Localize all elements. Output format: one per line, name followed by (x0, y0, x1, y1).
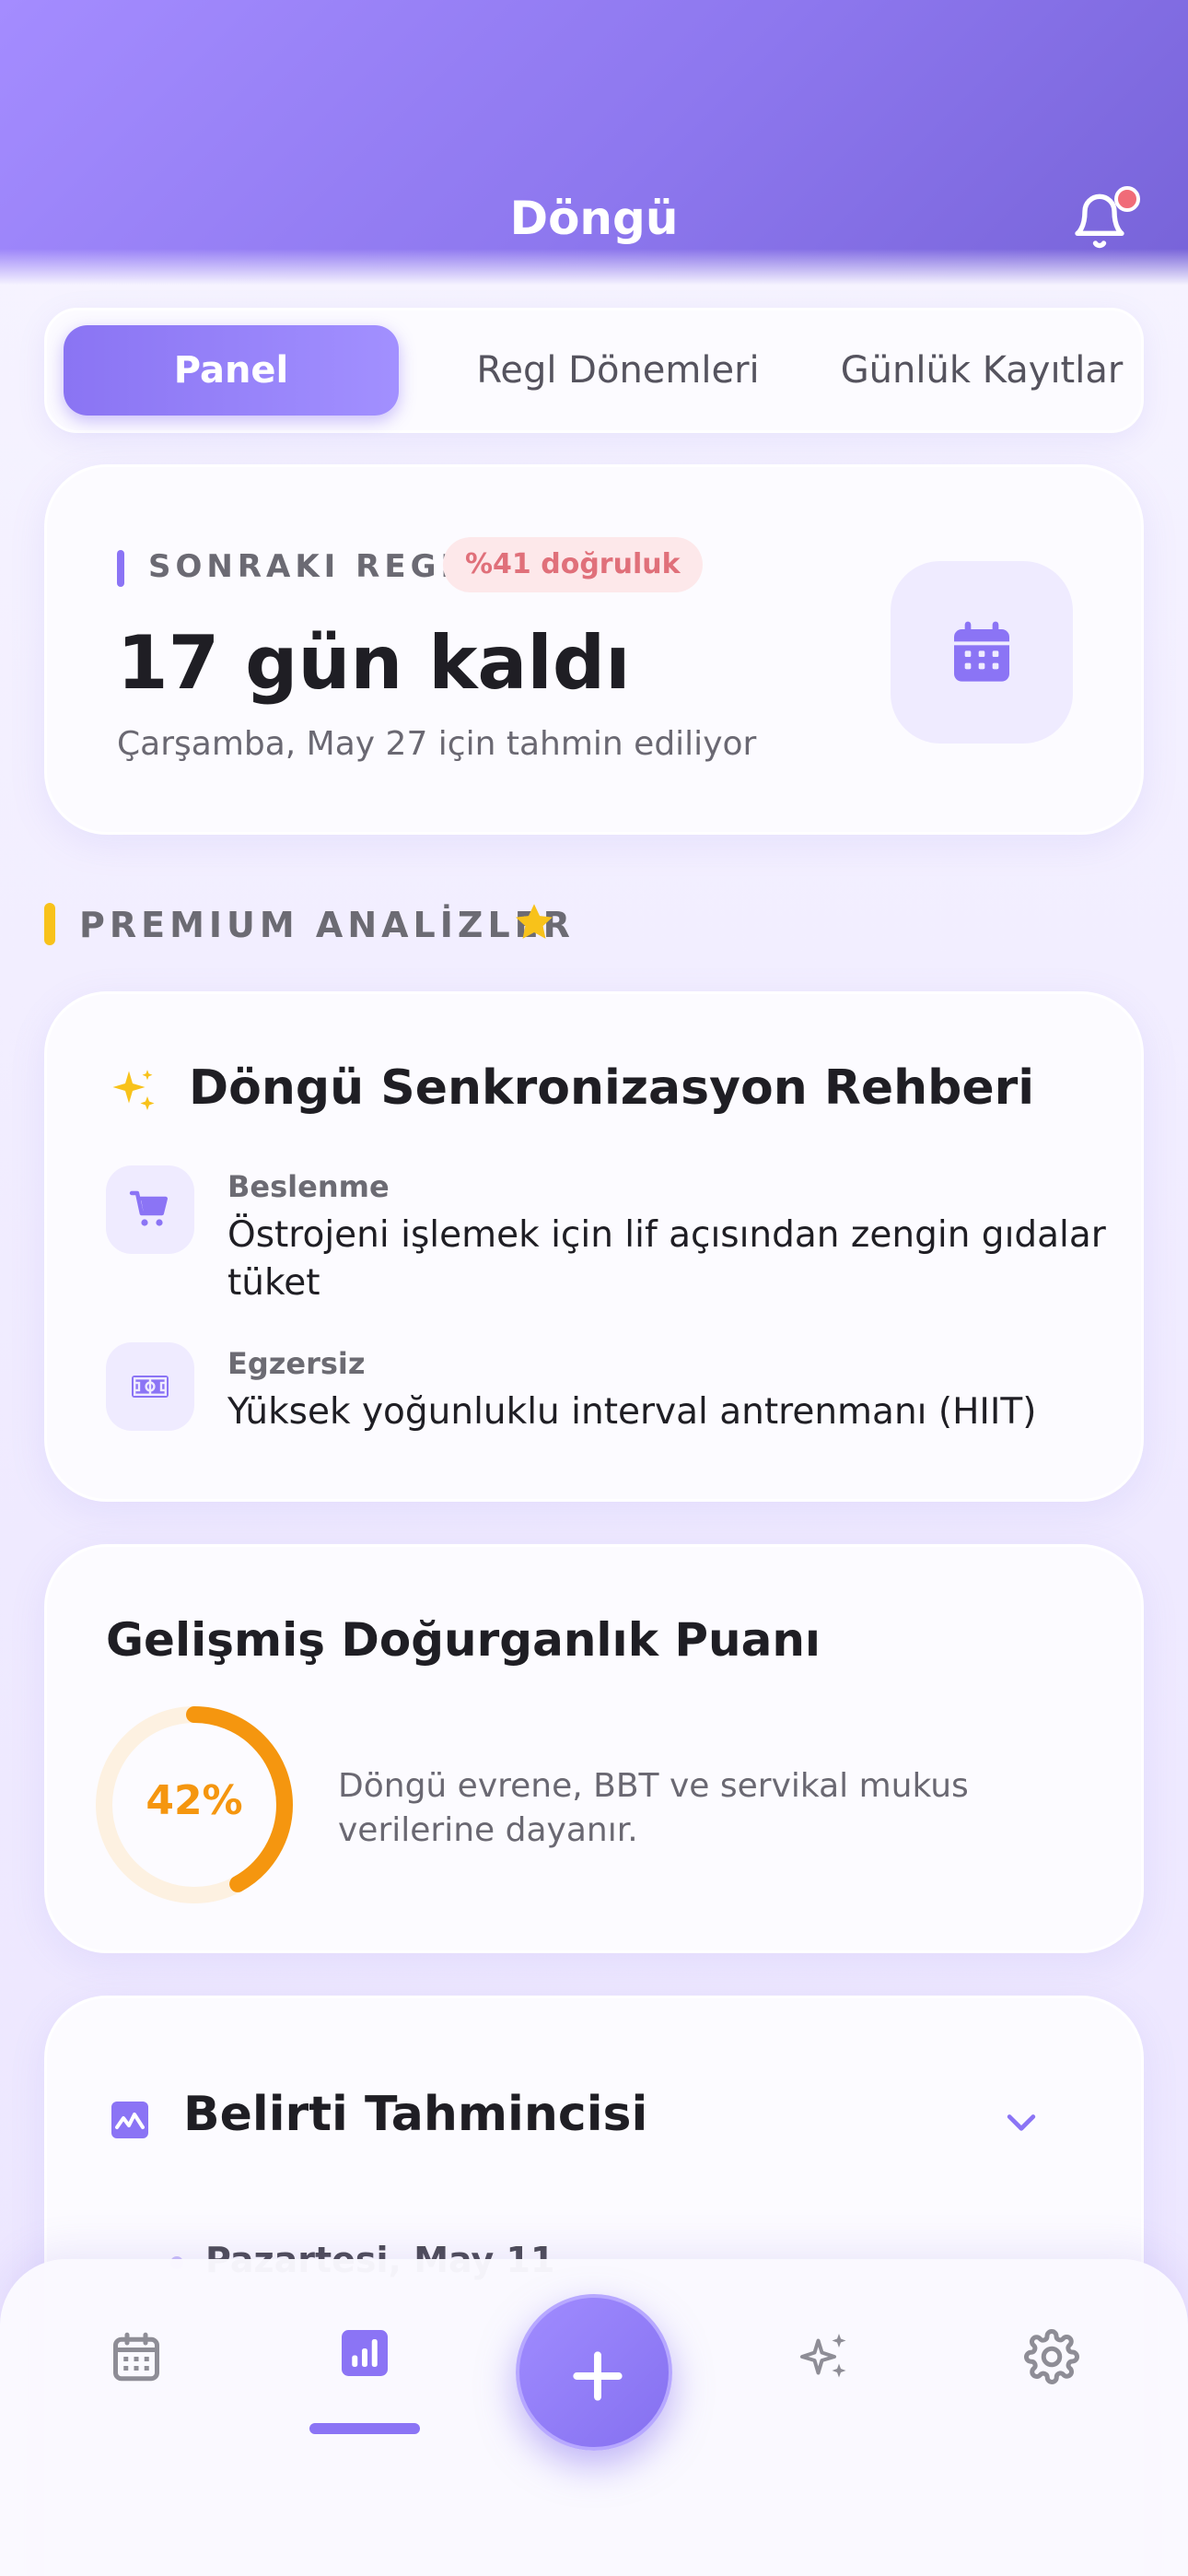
notification-badge (1114, 186, 1140, 212)
accuracy-badge: %41 doğruluk (443, 537, 703, 592)
page-title: Döngü (509, 192, 679, 245)
nutrition-label: Beslenme (227, 1169, 390, 1204)
tab-periods[interactable]: Regl Dönemleri (415, 325, 821, 416)
nav-dashboard-button[interactable] (319, 2307, 411, 2399)
sparkles-icon (112, 1070, 155, 1110)
nutrition-icon-box (106, 1165, 194, 1254)
nav-calendar-button[interactable] (90, 2311, 182, 2403)
tab-panel[interactable]: Panel (64, 325, 399, 416)
add-icon (573, 2351, 623, 2401)
sparkles-icon (800, 2334, 846, 2378)
premium-section-title: PREMIUM ANALİZLER (79, 905, 575, 945)
accent-bar (117, 550, 124, 587)
section-accent-bar (44, 903, 55, 945)
fertility-description: Döngü evrene, BBT ve servikal mukus veri… (338, 1767, 969, 1849)
tab-daily-logs[interactable]: Günlük Kayıtlar (821, 325, 1143, 416)
prediction-text: Çarşamba, May 27 için tahmin ediliyor (117, 725, 757, 763)
guide-title: Döngü Senkronizasyon Rehberi (189, 1060, 1035, 1116)
chevron-down-icon[interactable] (1001, 2102, 1042, 2142)
exercise-text: Yüksek yoğunluklu interval antrenmanı (H… (227, 1391, 1037, 1433)
cycle-sync-guide-card: Döngü Senkronizasyon Rehberi Beslenme Ös… (44, 991, 1144, 1502)
next-period-card[interactable]: SONRAKI REGL %41 doğruluk 17 gün kaldı Ç… (44, 464, 1144, 835)
fertility-score-card: Gelişmiş Doğurganlık Puanı 42% Döngü evr… (44, 1544, 1144, 1953)
tab-bar: Panel Regl Dönemleri Günlük Kayıtlar (44, 308, 1144, 433)
exercise-label: Egzersiz (227, 1346, 366, 1381)
star-icon (516, 904, 553, 939)
nutrition-text: Östrojeni işlemek için lif açısından zen… (227, 1214, 1106, 1304)
gear-icon (1024, 2329, 1079, 2384)
add-entry-button[interactable] (516, 2294, 672, 2451)
nav-settings-button[interactable] (1006, 2311, 1098, 2403)
cart-icon (129, 1190, 168, 1226)
calendar-button[interactable] (891, 561, 1073, 744)
fertility-score: 42% (146, 1777, 243, 1824)
nav-insights-button[interactable] (779, 2311, 871, 2403)
fertility-title: Gelişmiş Doğurganlık Puanı (106, 1613, 821, 1667)
calendar-icon (113, 2332, 159, 2382)
symptom-predictor-title: Belirti Tahmincisi (183, 2087, 648, 2142)
stadium-icon (132, 1376, 169, 1398)
chart-line-icon (111, 2102, 148, 2138)
chart-icon (342, 2330, 388, 2376)
exercise-icon-box (106, 1342, 194, 1431)
calendar-icon (954, 621, 1009, 682)
days-left: 17 gün kaldı (117, 620, 631, 706)
active-tab-indicator (309, 2423, 420, 2434)
next-period-label: SONRAKI REGL (148, 548, 466, 585)
